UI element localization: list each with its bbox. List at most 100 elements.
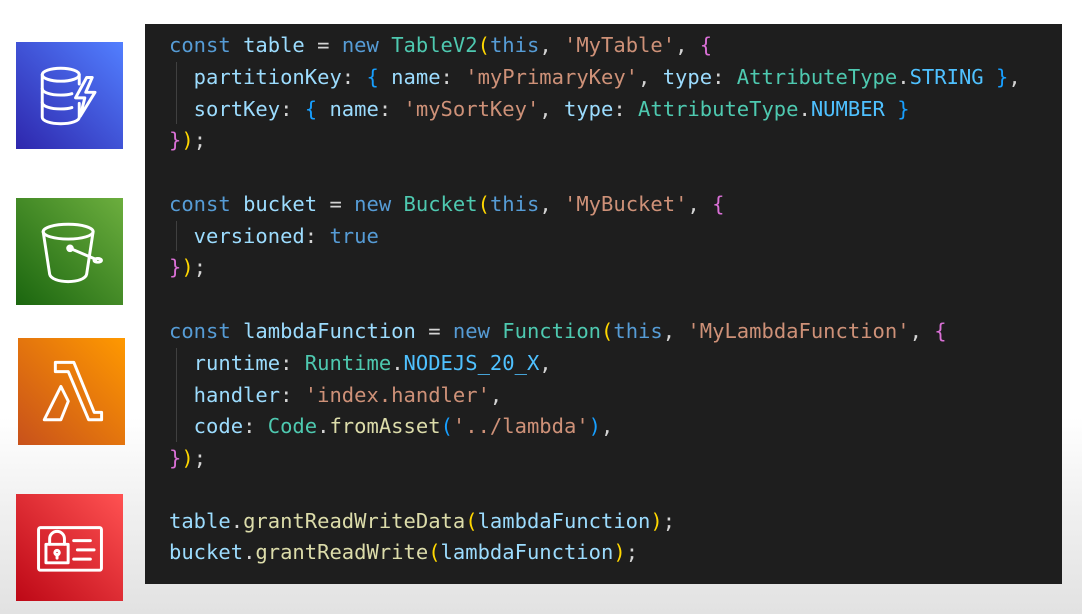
code-token: , bbox=[909, 319, 935, 343]
code-token: 'MyTable' bbox=[564, 33, 676, 57]
s3-bucket-icon bbox=[16, 198, 123, 305]
code-token: ) bbox=[181, 255, 194, 279]
dynamodb-icon bbox=[16, 42, 123, 149]
code-token: 'myPrimaryKey' bbox=[465, 65, 639, 89]
code-token: } bbox=[169, 255, 182, 279]
code-line: handler: 'index.handler', bbox=[169, 380, 503, 410]
code-token: bucket bbox=[169, 540, 244, 564]
code-token: = bbox=[317, 192, 355, 216]
code-token: 'MyBucket' bbox=[564, 192, 688, 216]
code-token: ( bbox=[440, 414, 453, 438]
code-token: . bbox=[243, 540, 256, 564]
code-token: , bbox=[539, 192, 564, 216]
code-token: const bbox=[169, 319, 231, 343]
code-token: 'index.handler' bbox=[304, 383, 490, 407]
code-token: NUMBER bbox=[810, 97, 885, 121]
code-token: ) bbox=[588, 414, 602, 438]
code-token: , bbox=[539, 351, 552, 375]
code-token: : bbox=[304, 224, 330, 248]
code-token: new bbox=[341, 33, 379, 57]
code-token: ) bbox=[181, 446, 194, 470]
code-line: sortKey: { name: 'mySortKey', type: Attr… bbox=[169, 94, 910, 124]
code-token: Code bbox=[267, 414, 318, 438]
code-token: : bbox=[341, 65, 367, 89]
code-line: const lambdaFunction = new Function(this… bbox=[169, 316, 947, 346]
code-token: bucket bbox=[243, 192, 318, 216]
code-token: ) bbox=[650, 509, 663, 533]
code-line: }); bbox=[169, 125, 206, 155]
code-token: sortKey bbox=[169, 97, 281, 121]
code-token: , bbox=[687, 192, 713, 216]
code-token: AttributeType bbox=[638, 97, 799, 121]
code-token: { bbox=[304, 97, 318, 121]
code-token: 'mySortKey' bbox=[403, 97, 540, 121]
code-token: ( bbox=[601, 319, 614, 343]
code-token: ( bbox=[465, 509, 478, 533]
code-token: Function bbox=[502, 319, 602, 343]
code-token: partitionKey bbox=[169, 65, 342, 89]
code-token: . bbox=[391, 351, 404, 375]
code-token: , bbox=[539, 97, 564, 121]
code-token: = bbox=[304, 33, 342, 57]
code-token: AttributeType bbox=[736, 65, 898, 89]
code-token: Runtime bbox=[304, 351, 392, 375]
code-token: ; bbox=[193, 128, 207, 152]
code-token: fromAsset bbox=[329, 414, 441, 438]
code-token: ( bbox=[428, 540, 441, 564]
code-token: ; bbox=[625, 540, 639, 564]
code-token: : bbox=[243, 414, 268, 438]
code-line: }); bbox=[169, 443, 206, 473]
code-token: type bbox=[563, 97, 614, 121]
code-token: , bbox=[1008, 65, 1021, 89]
code-token: = bbox=[415, 319, 453, 343]
code-line: partitionKey: { name: 'myPrimaryKey', ty… bbox=[169, 62, 1021, 92]
code-line: const table = new TableV2(this, 'MyTable… bbox=[169, 30, 712, 60]
code-token: } bbox=[169, 446, 182, 470]
code-token: true bbox=[329, 224, 379, 248]
code-token: { bbox=[712, 192, 725, 216]
code-token: . bbox=[317, 414, 330, 438]
code-token: grantReadWrite bbox=[255, 540, 429, 564]
code-token: handler bbox=[169, 383, 281, 407]
code-token: , bbox=[675, 33, 700, 57]
code-token: ; bbox=[193, 446, 207, 470]
code-line: code: Code.fromAsset('../lambda'), bbox=[169, 411, 614, 441]
code-token: type bbox=[662, 65, 713, 89]
code-token: { bbox=[699, 33, 713, 57]
code-token: , bbox=[662, 319, 688, 343]
code-token: code bbox=[169, 414, 244, 438]
code-token: : bbox=[712, 65, 737, 89]
code-token: . bbox=[897, 65, 910, 89]
code-editor[interactable]: const table = new TableV2 ( this, 'MyTable… bbox=[145, 24, 1062, 584]
code-token: : bbox=[280, 351, 305, 375]
code-token: , bbox=[638, 65, 663, 89]
code-line: runtime: Runtime.NODEJS_20_X, bbox=[169, 348, 552, 378]
code-token: { bbox=[366, 65, 379, 89]
code-token: ; bbox=[193, 255, 207, 279]
code-token: : bbox=[378, 97, 404, 121]
code-token: 'MyLambdaFunction' bbox=[687, 319, 910, 343]
code-token: : bbox=[613, 97, 639, 121]
code-token: new bbox=[354, 192, 392, 216]
code-token: new bbox=[452, 319, 490, 343]
code-token: '../lambda' bbox=[452, 414, 589, 438]
code-line: }); bbox=[169, 252, 206, 282]
code-token: name bbox=[317, 97, 379, 121]
code-token: lambdaFunction bbox=[243, 319, 416, 343]
code-token: : bbox=[280, 97, 305, 121]
code-token: runtime bbox=[169, 351, 281, 375]
code-token: lambdaFunction bbox=[440, 540, 614, 564]
code-token: table bbox=[169, 509, 231, 533]
code-token: lambdaFunction bbox=[477, 509, 651, 533]
code-token: const bbox=[169, 192, 231, 216]
code-token: , bbox=[601, 414, 614, 438]
code-token: this bbox=[489, 192, 540, 216]
iam-icon bbox=[16, 494, 123, 601]
code-token: TableV2 bbox=[391, 33, 478, 57]
code-token: . bbox=[230, 509, 244, 533]
code-token: grantReadWriteData bbox=[243, 509, 466, 533]
